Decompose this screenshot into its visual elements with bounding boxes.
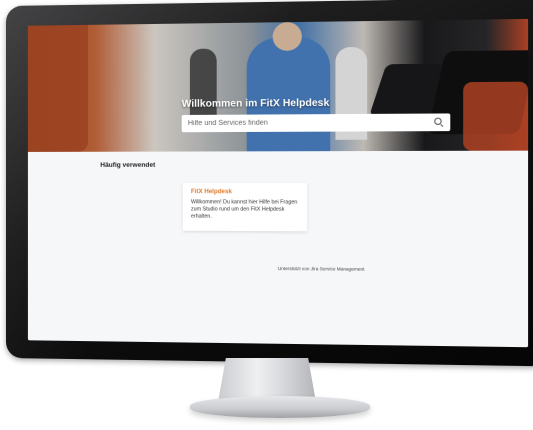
search-icon[interactable] [434, 118, 444, 127]
main-content: Häufig verwendet FitX Helpdesk Willkomme… [27, 150, 529, 348]
powered-by-footer[interactable]: Unterstützt von Jira Service Management [278, 266, 365, 272]
monitor-stand-base [190, 396, 370, 418]
card-title[interactable]: FitX Helpdesk [191, 189, 299, 195]
page-title: Willkommen im FitX Helpdesk [181, 97, 330, 110]
monitor: Willkommen im FitX Helpdesk Häufig verwe… [6, 0, 533, 367]
hero-overlay [27, 18, 529, 152]
card-description: Willkommen! Du kannst hier Hilfe bei Fra… [190, 199, 298, 220]
screen: Willkommen im FitX Helpdesk Häufig verwe… [27, 18, 529, 348]
search-input[interactable] [187, 118, 435, 128]
search-bar[interactable] [181, 113, 451, 133]
helpdesk-card[interactable]: FitX Helpdesk Willkommen! Du kannst hier… [182, 183, 308, 232]
hero-banner: Willkommen im FitX Helpdesk [27, 18, 529, 152]
section-title: Häufig verwendet [100, 161, 156, 169]
